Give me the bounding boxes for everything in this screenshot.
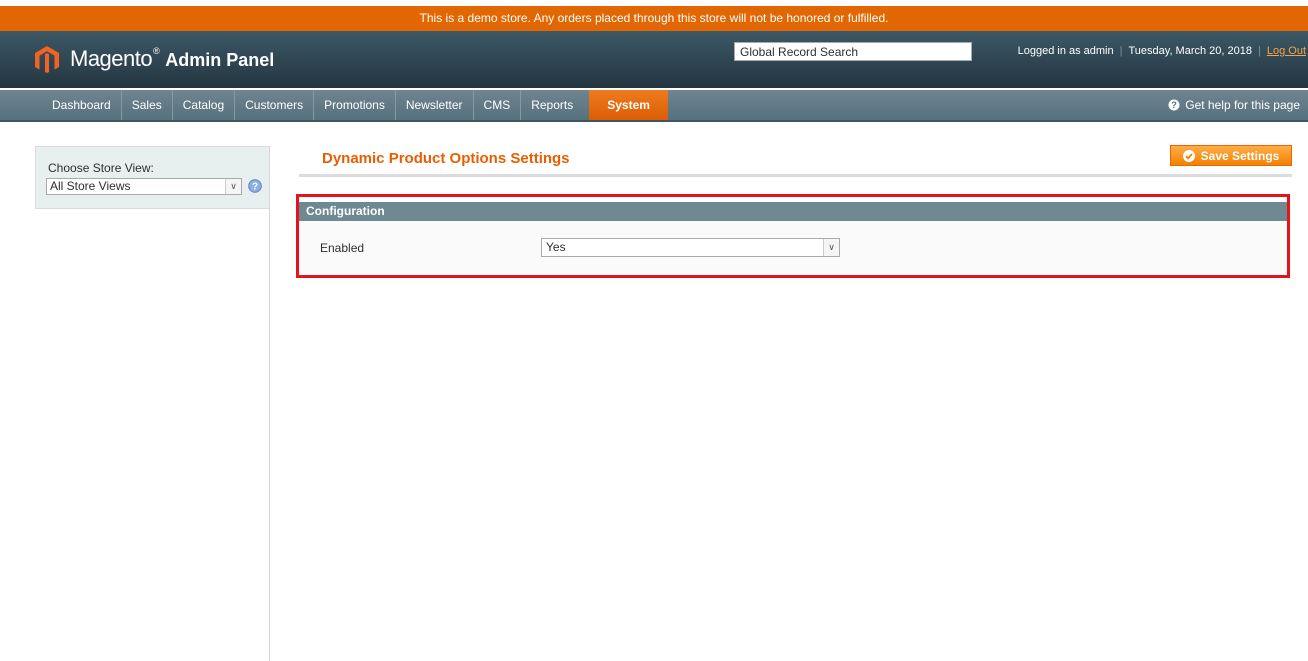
chevron-down-icon: ∨ [225,179,241,194]
nav-newsletter[interactable]: Newsletter [396,90,474,120]
global-record-search-input[interactable] [734,42,972,61]
nav-cms[interactable]: CMS [474,90,522,120]
check-icon [1182,149,1195,162]
logout-link[interactable]: Log Out [1267,45,1306,57]
user-info: Logged in as admin | Tuesday, March 20, 20… [1017,45,1306,57]
admin-header: Magento®Admin Panel Logged in as admin|T… [0,31,1308,88]
section-body: Enabled Yes ∨ [299,221,1287,272]
logged-in-text: Logged in as admin [1017,45,1114,57]
enabled-label: Enabled [320,241,365,255]
magento-logo-icon [35,46,59,73]
nav-dashboard[interactable]: Dashboard [42,90,122,120]
main-navigation: Dashboard Sales Catalog Customers Promot… [0,90,1308,122]
title-divider [299,174,1292,177]
nav-promotions[interactable]: Promotions [314,90,396,120]
magento-logo[interactable]: Magento® Admin Panel [34,45,274,73]
current-date: Tuesday, March 20, 2018 [1128,45,1252,57]
store-view-select[interactable]: All Store Views ∨ [46,178,242,195]
help-link-label: Get help for this page [1185,98,1300,112]
nav-sales[interactable]: Sales [122,90,173,120]
nav-customers[interactable]: Customers [235,90,315,120]
save-settings-label: Save Settings [1200,148,1280,163]
save-settings-button[interactable]: Save Settings [1170,145,1292,166]
store-switcher-panel: Choose Store View: All Store Views ∨ ? [35,146,270,209]
nav-catalog[interactable]: Catalog [173,90,236,120]
enabled-value: Yes [546,240,566,254]
chevron-down-icon: ∨ [823,239,839,256]
help-icon: ? [1168,99,1180,111]
logo-text: Magento® Admin Panel [70,46,275,71]
store-view-value: All Store Views [50,179,131,193]
svg-text:?: ? [252,182,258,193]
section-header[interactable]: Configuration [299,202,1287,221]
help-icon[interactable]: ? [248,179,262,193]
configuration-section: Configuration Enabled Yes ∨ [296,194,1290,278]
page-title: Dynamic Product Options Settings [322,150,570,167]
store-view-label: Choose Store View: [48,161,154,175]
demo-store-notice: This is a demo store. Any orders placed … [0,6,1308,31]
nav-system[interactable]: System [589,90,668,120]
enabled-select[interactable]: Yes ∨ [541,238,840,257]
nav-reports[interactable]: Reports [521,90,583,120]
help-link[interactable]: ? Get help for this page [1168,90,1300,120]
svg-text:?: ? [1172,100,1178,110]
sidebar-divider [269,146,270,661]
